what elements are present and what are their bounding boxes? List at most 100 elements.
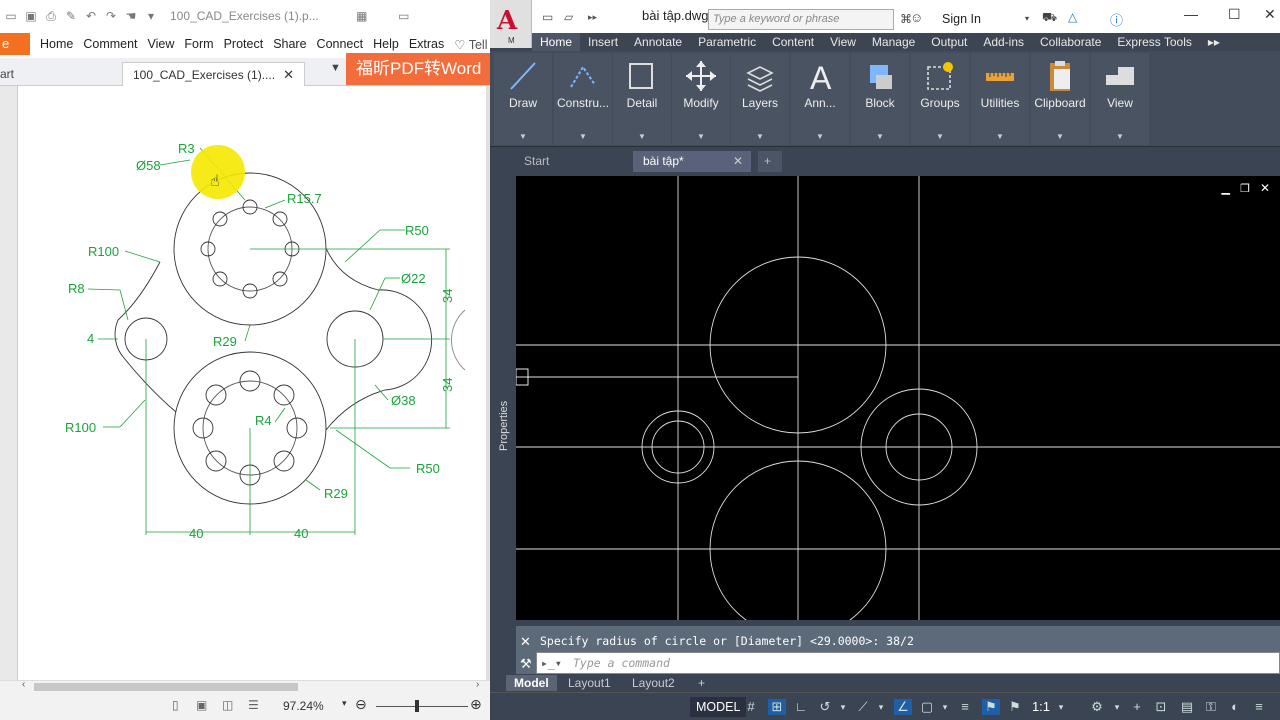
tab-list-dropdown-icon[interactable]: ▼ — [330, 62, 341, 74]
panel-utilities[interactable]: Utilities ▼ — [971, 53, 1029, 145]
isometric-icon[interactable]: ⟋ — [854, 699, 872, 715]
panel-construction[interactable]: Constru... ▼ — [554, 53, 612, 145]
panel-draw-expand-icon[interactable]: ▼ — [494, 132, 552, 141]
object-snap-icon[interactable]: ▢ — [918, 699, 936, 715]
customization-icon[interactable]: ≡ — [1250, 699, 1268, 715]
workspace-dropdown-icon[interactable]: ▾ — [1108, 699, 1126, 715]
pdf-to-word-banner[interactable]: 福昕PDF转Word — [346, 53, 490, 85]
scroll-right-icon[interactable]: › — [476, 679, 479, 690]
menu-home[interactable]: Home — [40, 37, 73, 51]
panel-annotation-expand-icon[interactable]: ▼ — [791, 132, 849, 141]
a360-icon[interactable]: △ — [1068, 10, 1077, 24]
zoom-slider-thumb[interactable] — [415, 700, 419, 712]
object-snap-tracking-icon[interactable]: ∠ — [894, 699, 912, 715]
annotation-scale[interactable]: 1:1 — [1028, 699, 1054, 715]
panel-view[interactable]: View ▼ — [1091, 53, 1149, 145]
workspace-gear-icon[interactable]: ⚙ — [1088, 699, 1106, 715]
panel-clipboard[interactable]: Clipboard ▼ — [1031, 53, 1089, 145]
minimize-icon[interactable]: — — [1184, 6, 1198, 22]
ribbon-tabs-more-icon[interactable]: ▸▸ — [1200, 33, 1228, 51]
panel-detail[interactable]: Detail ▼ — [613, 53, 671, 145]
panel-construction-expand-icon[interactable]: ▼ — [554, 132, 612, 141]
restore-window-icon[interactable]: ▭ — [397, 9, 411, 23]
menu-protect[interactable]: Protect — [224, 37, 264, 51]
scale-dropdown-icon[interactable]: ▾ — [1052, 699, 1070, 715]
panel-detail-expand-icon[interactable]: ▼ — [613, 132, 671, 141]
panel-view-expand-icon[interactable]: ▼ — [1091, 132, 1149, 141]
print-icon[interactable]: ⎙ — [44, 9, 58, 23]
panel-draw[interactable]: Draw ▼ — [494, 53, 552, 145]
add-layout-icon[interactable]: + — [690, 675, 713, 691]
model-space-toggle[interactable]: MODEL — [690, 697, 747, 717]
polar-dropdown-icon[interactable]: ▾ — [834, 699, 852, 715]
zoom-in-icon[interactable]: ⊕ — [470, 696, 482, 713]
sign-in-button[interactable]: Sign In — [942, 12, 981, 26]
single-page-icon[interactable]: ▯ — [172, 698, 179, 712]
panel-annotation[interactable]: A Ann... ▼ — [791, 53, 849, 145]
pdf-tab-document[interactable]: 100_CAD_Exercises (1).... ✕ — [122, 62, 305, 86]
continuous-page-icon[interactable]: ▣ — [196, 698, 207, 712]
pdf-file-menu[interactable]: e — [0, 33, 30, 55]
grid-view-icon[interactable]: ▦ — [355, 9, 369, 23]
drawing-viewport[interactable]: ▁ ❐ ✕ — [516, 176, 1280, 620]
help-icon[interactable]: ⓘ — [1110, 10, 1123, 29]
annotation-monitor-icon[interactable]: + — [1128, 699, 1146, 715]
close-tab-icon[interactable]: ✕ — [283, 63, 294, 87]
polar-tracking-icon[interactable]: ↺ — [816, 699, 834, 715]
zoom-slider[interactable] — [376, 706, 468, 707]
panel-layers-expand-icon[interactable]: ▼ — [731, 132, 789, 141]
ribbon-tab-insert[interactable]: Insert — [580, 33, 626, 51]
cart-icon[interactable]: ⛟ — [1042, 10, 1057, 26]
menu-form[interactable]: Form — [184, 37, 213, 51]
panel-block[interactable]: Block ▼ — [851, 53, 909, 145]
zoom-dropdown-icon[interactable]: ▾ — [342, 698, 347, 709]
sign-in-dropdown-icon[interactable]: ▾ — [1025, 14, 1029, 23]
panel-utilities-expand-icon[interactable]: ▼ — [971, 132, 1029, 141]
open-folder-icon[interactable]: ▭ — [4, 9, 18, 23]
zoom-out-icon[interactable]: ⊖ — [355, 696, 367, 713]
panel-groups[interactable]: Groups ▼ — [911, 53, 969, 145]
layout-tab-model[interactable]: Model — [506, 675, 557, 691]
ribbon-tab-home[interactable]: Home — [532, 33, 581, 51]
new-file-icon[interactable]: ▭ — [542, 10, 553, 24]
undo-icon[interactable]: ↶ — [84, 9, 98, 23]
viewport-close-icon[interactable]: ✕ — [1260, 181, 1270, 195]
panel-modify-expand-icon[interactable]: ▼ — [672, 132, 730, 141]
panel-groups-expand-icon[interactable]: ▼ — [911, 132, 969, 141]
panel-clipboard-expand-icon[interactable]: ▼ — [1031, 132, 1089, 141]
ribbon-tab-parametric[interactable]: Parametric — [690, 33, 764, 51]
panel-block-expand-icon[interactable]: ▼ — [851, 132, 909, 141]
search-input[interactable]: Type a keyword or phrase — [708, 9, 894, 30]
open-file-icon[interactable]: ▱ — [564, 10, 573, 24]
tell-me-box[interactable]: ♡ Tell — [454, 37, 487, 52]
isolate-objects-icon[interactable]: ◐ — [1226, 699, 1244, 715]
close-drawing-tab-icon[interactable]: ✕ — [733, 151, 743, 172]
application-menu-button[interactable]: A M — [490, 0, 532, 48]
pdf-tab-start[interactable]: art — [0, 62, 115, 86]
ribbon-tab-express-tools[interactable]: Express Tools — [1109, 33, 1199, 51]
user-icon[interactable]: ☺ — [910, 10, 923, 25]
layout-tab-layout2[interactable]: Layout2 — [624, 675, 683, 691]
ribbon-tab-manage[interactable]: Manage — [864, 33, 923, 51]
panel-layers[interactable]: Layers ▼ — [731, 53, 789, 145]
ortho-icon[interactable]: ∟ — [792, 699, 810, 715]
drawing-tab-start[interactable]: Start — [514, 151, 632, 172]
pdf-horizontal-scrollbar[interactable]: ‹ › — [0, 679, 490, 692]
maximize-icon[interactable]: ☐ — [1228, 6, 1241, 23]
drawing-tab-active[interactable]: bài tập* ✕ — [633, 151, 751, 172]
menu-help[interactable]: Help — [373, 37, 399, 51]
menu-share[interactable]: Share — [273, 37, 306, 51]
edit-icon[interactable]: ✎ — [64, 9, 78, 23]
command-input[interactable]: ▸_▾ Type a command — [536, 652, 1280, 674]
annotation-autoscale-icon[interactable]: ⚑ — [1006, 699, 1024, 715]
pdf-scroll-thumb[interactable] — [34, 683, 298, 691]
ribbon-tab-annotate[interactable]: Annotate — [626, 33, 690, 51]
command-customize-icon[interactable]: ⚒ — [520, 656, 532, 672]
close-window-icon[interactable]: ✕ — [1264, 6, 1276, 23]
redo-icon[interactable]: ↷ — [104, 9, 118, 23]
cover-page-icon[interactable]: ☰ — [248, 698, 259, 712]
ribbon-tab-add-ins[interactable]: Add-ins — [975, 33, 1032, 51]
lineweight-icon[interactable]: ≡ — [956, 699, 974, 715]
viewport-canvas[interactable] — [516, 176, 1280, 620]
save-icon[interactable]: ▣ — [24, 9, 38, 23]
